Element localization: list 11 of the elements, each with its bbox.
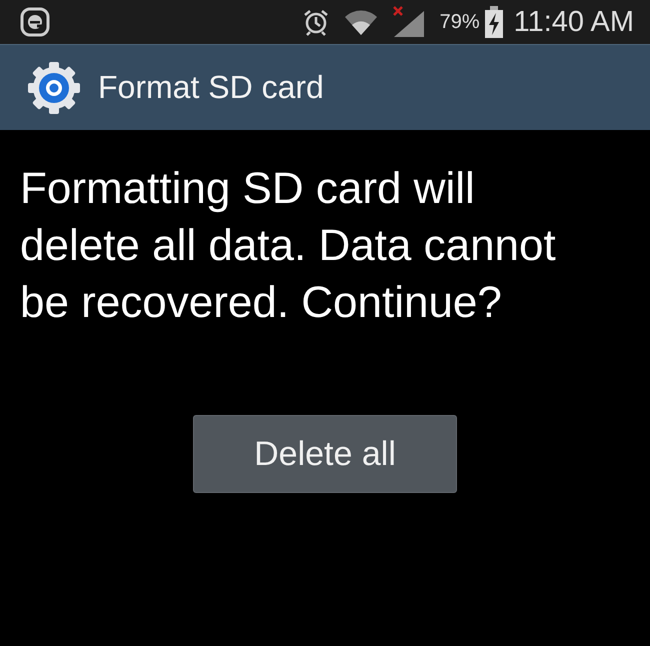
clock-time: 11:40 AM bbox=[514, 6, 634, 38]
dialog-title: Format SD card bbox=[98, 69, 324, 106]
battery-percentage: 79% bbox=[440, 10, 480, 34]
warning-message: Formatting SD card will delete all data. Data cannot be recovered. Continue? bbox=[20, 163, 557, 329]
app-notification-icon bbox=[20, 7, 50, 37]
wifi-icon bbox=[344, 8, 378, 36]
delete-all-button[interactable]: Delete all bbox=[193, 415, 457, 493]
no-signal-icon bbox=[392, 5, 426, 39]
charging-battery-icon bbox=[484, 6, 504, 38]
settings-icon bbox=[26, 60, 82, 116]
alarm-clock-icon bbox=[302, 8, 330, 36]
